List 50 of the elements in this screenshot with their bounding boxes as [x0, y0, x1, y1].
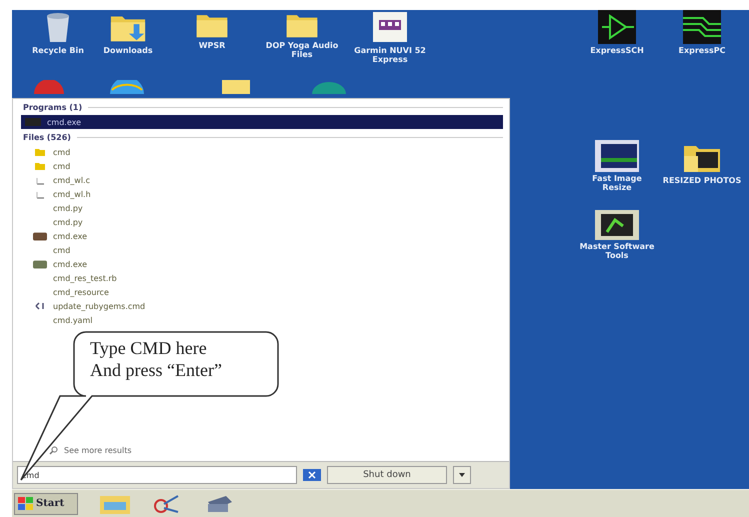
- result-item[interactable]: cmd_wl.h: [33, 187, 503, 201]
- icon-label[interactable]: Master Software Tools: [577, 242, 657, 260]
- caret-icon: [459, 472, 465, 478]
- result-item[interactable]: cmd_wl.c: [33, 173, 503, 187]
- see-more-link[interactable]: See more results: [64, 446, 132, 455]
- arrow-button[interactable]: [453, 466, 471, 484]
- start-button[interactable]: Start: [14, 492, 78, 514]
- result-item[interactable]: cmd_resource: [33, 285, 503, 299]
- result-item[interactable]: cmd.exe: [21, 115, 503, 129]
- icon-label[interactable]: WPSR: [198, 40, 226, 50]
- icon-label[interactable]: Recycle Bin: [32, 46, 84, 56]
- result-item[interactable]: cmd.py: [33, 215, 503, 229]
- app-window-icon: [595, 140, 639, 172]
- folder-icon: [222, 80, 250, 94]
- windows-logo-icon: [18, 496, 34, 510]
- console-icon: [25, 118, 41, 126]
- circuit-icon: [598, 10, 636, 44]
- result-item[interactable]: cmd.py: [33, 201, 503, 215]
- result-item[interactable]: cmd: [33, 159, 503, 173]
- result-item[interactable]: cmd.exe: [33, 257, 503, 271]
- result-item[interactable]: cmd: [33, 243, 503, 257]
- icon-label[interactable]: Garmin NUVI 52 Express: [350, 46, 430, 64]
- result-item[interactable]: cmd.exe: [33, 229, 503, 243]
- app-window-icon: [595, 210, 639, 240]
- app-icon: [33, 260, 47, 268]
- result-item[interactable]: cmd.yaml: [33, 313, 503, 327]
- icon-label[interactable]: ExpressSCH: [590, 46, 644, 56]
- app-icon: [312, 82, 346, 94]
- close-icon: [307, 471, 317, 479]
- icon-label[interactable]: Downloads: [103, 46, 153, 56]
- section-title: Files (526): [23, 132, 71, 142]
- script-icon: [34, 302, 46, 310]
- icon-label[interactable]: DOP Yoga Audio Files: [262, 40, 342, 60]
- app-icon: [33, 232, 47, 240]
- circuit-icon: [683, 10, 721, 44]
- icon-label[interactable]: RESIZED PHOTOS: [662, 176, 742, 186]
- result-item[interactable]: cmd_res_test.rb: [33, 271, 503, 285]
- search-icon: [49, 446, 58, 455]
- result-item[interactable]: cmd: [33, 145, 503, 159]
- section-title: Programs (1): [23, 102, 82, 112]
- result-item[interactable]: update_rubygems.cmd: [33, 299, 503, 313]
- document-icon: [36, 176, 44, 184]
- document-icon: [36, 190, 44, 198]
- callout-text: And press “Enter”: [90, 360, 222, 382]
- icon-label[interactable]: Fast Image Resize: [577, 174, 657, 192]
- app-window-icon: [371, 10, 409, 44]
- shut-down-button[interactable]: Shut down: [327, 466, 447, 484]
- clear-button[interactable]: [303, 469, 321, 481]
- icon-label[interactable]: ExpressPC: [678, 46, 726, 56]
- callout-text: Type CMD here: [90, 338, 208, 360]
